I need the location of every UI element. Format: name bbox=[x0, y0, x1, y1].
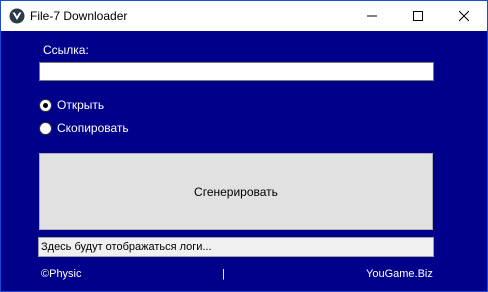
site-credit: YouGame.Biz bbox=[366, 268, 433, 280]
radio-copy-label: Скопировать bbox=[57, 121, 129, 135]
title-bar[interactable]: File-7 Downloader bbox=[1, 1, 487, 31]
radio-copy-circle[interactable] bbox=[39, 121, 52, 135]
generate-button[interactable]: Сгенерировать bbox=[39, 153, 433, 230]
link-label: Ссылка: bbox=[43, 43, 89, 57]
close-icon bbox=[459, 11, 469, 21]
footer-separator: | bbox=[222, 268, 225, 280]
window-title: File-7 Downloader bbox=[30, 9, 128, 23]
log-output: Здесь будут отображаться логи... bbox=[38, 237, 434, 257]
radio-selected-dot bbox=[43, 102, 48, 108]
minimize-button[interactable] bbox=[349, 1, 395, 31]
author-credit: ©Physic bbox=[41, 268, 82, 280]
radio-copy[interactable]: Скопировать bbox=[39, 120, 129, 136]
client-area: Ссылка: Открыть Скопировать Сгенерироват… bbox=[1, 31, 487, 291]
radio-open[interactable]: Открыть bbox=[39, 97, 104, 113]
minimize-icon bbox=[367, 15, 377, 17]
close-button[interactable] bbox=[441, 1, 487, 31]
link-input[interactable] bbox=[39, 62, 434, 81]
app-window: File-7 Downloader Ссылка: Открыть Скопир… bbox=[0, 0, 488, 292]
app-logo-icon bbox=[9, 8, 25, 24]
radio-open-label: Открыть bbox=[57, 98, 105, 112]
radio-open-circle[interactable] bbox=[39, 98, 52, 112]
maximize-button[interactable] bbox=[395, 1, 441, 31]
maximize-icon bbox=[413, 11, 423, 21]
